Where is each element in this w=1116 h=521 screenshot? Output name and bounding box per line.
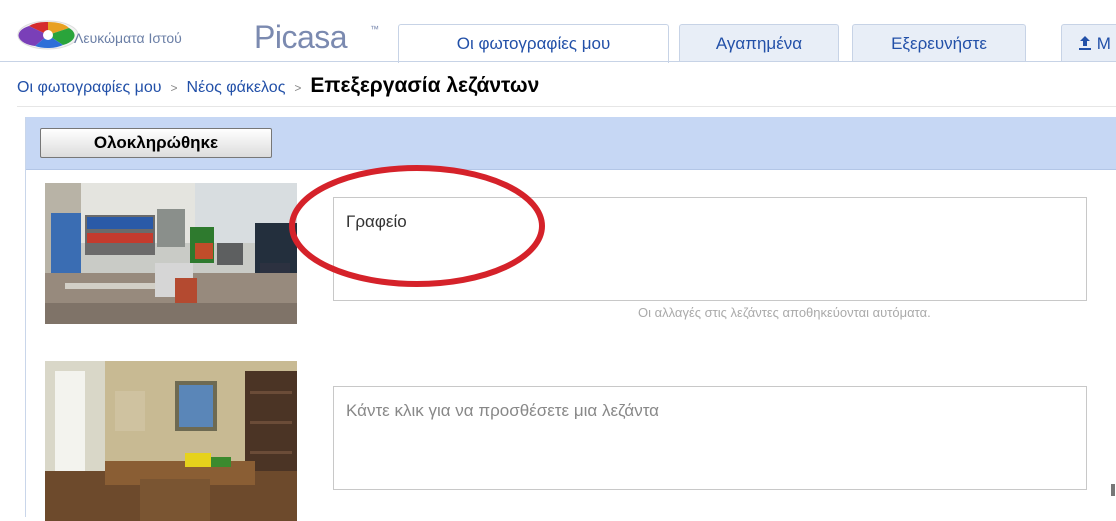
breadcrumb-separator: >	[170, 81, 178, 95]
breadcrumb-divider	[17, 106, 1116, 107]
brand-name[interactable]: Picasa	[254, 19, 348, 56]
upload-label: Μ	[1096, 34, 1111, 53]
brand-trademark: ™	[370, 24, 379, 34]
caption-editor-panel: Ολοκληρώθηκε Γραφείο Οι αλλαγές στις λεζ…	[25, 117, 1116, 521]
caption-input-room[interactable]: Κάντε κλικ για να προσθέσετε μια λεζάντα	[333, 386, 1087, 490]
scroll-edge-mark	[1111, 484, 1115, 496]
breadcrumb-my-photos[interactable]: Οι φωτογραφίες μου	[17, 79, 162, 96]
picasa-logo-icon[interactable]	[17, 20, 79, 50]
breadcrumb: Οι φωτογραφίες μου > Νέος φάκελος > Επεξεργα…	[17, 74, 539, 98]
page-title: Επεξεργασία λεζάντων	[310, 74, 540, 97]
upload-icon	[1079, 36, 1091, 50]
tab-favorites[interactable]: Αγαπημένα	[679, 24, 839, 62]
done-button[interactable]: Ολοκληρώθηκε	[40, 128, 272, 158]
caption-input-office[interactable]: Γραφείο	[333, 197, 1087, 301]
autosave-note: Οι αλλαγές στις λεζάντες αποθηκεύονται α…	[638, 305, 931, 320]
header: Λευκώματα Ιστού Picasa ™ Οι φωτογραφίες …	[0, 0, 1116, 63]
photo-thumbnail-office[interactable]	[45, 183, 297, 324]
breadcrumb-separator: >	[294, 81, 302, 95]
tab-my-photos[interactable]: Οι φωτογραφίες μου	[398, 24, 669, 63]
upload-button[interactable]: Μ	[1061, 24, 1116, 62]
header-divider	[0, 61, 1116, 62]
editor-toolbar: Ολοκληρώθηκε	[26, 117, 1116, 170]
breadcrumb-new-folder[interactable]: Νέος φάκελος	[187, 79, 286, 96]
photo-thumbnail-room[interactable]	[45, 361, 297, 521]
tab-explore[interactable]: Εξερευνήστε	[852, 24, 1026, 62]
brand-subtitle: Λευκώματα Ιστού	[74, 30, 182, 46]
